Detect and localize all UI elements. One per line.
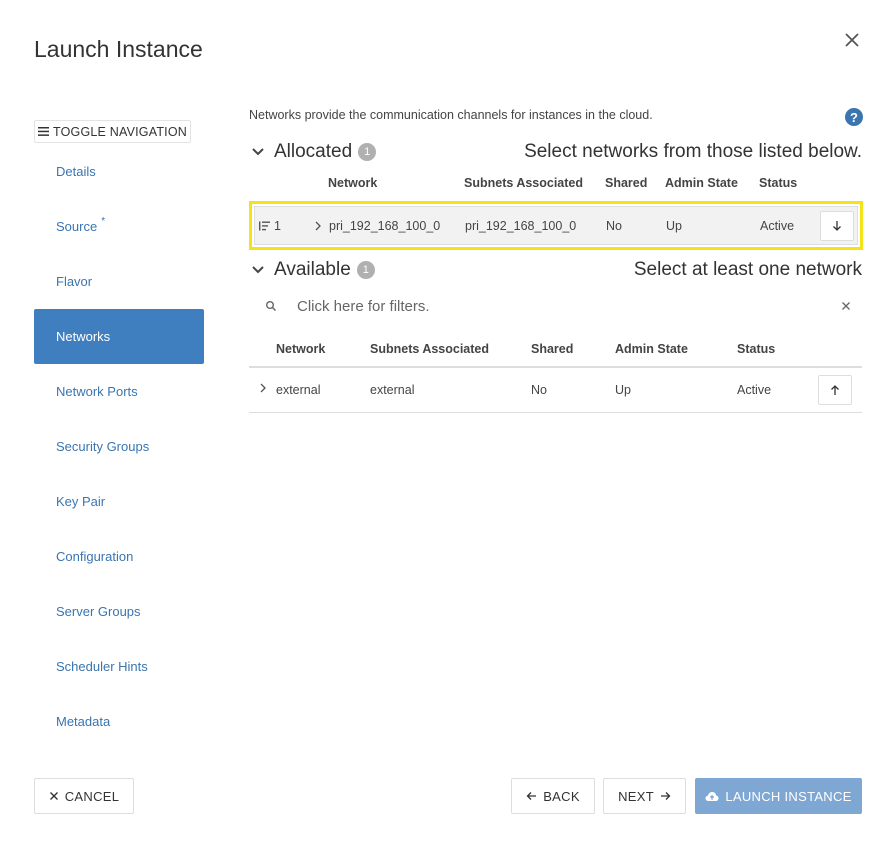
nav-item-label: Details: [56, 164, 96, 179]
allocated-table-highlight: 1 pri_192_168_100_0 pri_192_168_100_0 No…: [249, 201, 863, 250]
nav-item-scheduler-hints[interactable]: Scheduler Hints: [34, 639, 204, 694]
cell-admin-state: Up: [615, 383, 631, 397]
nav-item-label: Networks: [56, 329, 111, 344]
table-row[interactable]: external external No Up Active: [249, 368, 862, 413]
column-header-shared: Shared: [531, 342, 574, 356]
networks-description: Networks provide the communication chann…: [249, 108, 653, 122]
allocated-hint: Select networks from those listed below.: [524, 141, 862, 162]
chevron-right-icon[interactable]: [259, 383, 267, 393]
dialog-title: Launch Instance: [34, 36, 203, 62]
clear-filter-icon[interactable]: [840, 300, 852, 312]
next-label: NEXT: [618, 788, 654, 804]
nav-item-network-ports[interactable]: Network Ports: [34, 364, 204, 419]
row-order: 1: [274, 218, 281, 233]
menu-icon: [38, 127, 49, 136]
deallocate-button[interactable]: [820, 211, 854, 241]
cell-shared: No: [531, 383, 547, 397]
nav-item-source[interactable]: Source *: [34, 199, 204, 254]
filter-input[interactable]: [297, 294, 817, 318]
chevron-down-icon[interactable]: [249, 261, 267, 279]
launch-instance-label: LAUNCH INSTANCE: [725, 788, 852, 804]
toggle-navigation-label: TOGGLE NAVIGATION: [53, 124, 187, 139]
nav-item-label: Server Groups: [56, 604, 141, 619]
nav-item-label: Metadata: [56, 714, 111, 729]
column-header-status: Status: [737, 342, 776, 356]
allocated-header: Allocated 1 Select networks from those l…: [249, 141, 862, 163]
cell-network: pri_192_168_100_0: [329, 218, 441, 233]
wizard-nav: Details Source * Flavor Networks Network …: [34, 144, 204, 749]
chevron-right-icon[interactable]: [314, 221, 322, 231]
available-header: Available 1 Select at least one network: [249, 259, 862, 281]
cell-network: external: [276, 383, 321, 397]
allocated-count-badge: 1: [358, 143, 377, 161]
cancel-button[interactable]: CANCEL: [34, 778, 134, 814]
nav-item-label: Flavor: [56, 274, 93, 289]
next-button[interactable]: NEXT: [603, 778, 686, 814]
available-title: Available: [274, 259, 351, 280]
nav-item-configuration[interactable]: Configuration: [34, 529, 204, 584]
arrow-up-icon: [831, 385, 839, 395]
close-icon[interactable]: [840, 28, 864, 52]
available-table-header: Network Subnets Associated Shared Admin …: [249, 342, 862, 358]
search-icon: [266, 301, 277, 312]
nav-item-security-groups[interactable]: Security Groups: [34, 419, 204, 474]
nav-item-metadata[interactable]: Metadata: [34, 694, 204, 749]
nav-item-flavor[interactable]: Flavor: [34, 254, 204, 309]
back-button[interactable]: BACK: [511, 778, 595, 814]
column-header-network: Network: [328, 176, 378, 190]
available-count-badge: 1: [356, 261, 375, 279]
column-header-admin-state: Admin State: [615, 342, 688, 356]
column-header-shared: Shared: [605, 176, 648, 190]
available-hint: Select at least one network: [633, 259, 862, 280]
cell-subnets: external: [370, 383, 415, 397]
close-icon: [49, 792, 58, 800]
nav-item-label: Security Groups: [56, 439, 150, 454]
table-row[interactable]: 1 pri_192_168_100_0 pri_192_168_100_0 No…: [254, 206, 858, 245]
chevron-down-icon[interactable]: [249, 143, 267, 161]
nav-item-label: Key Pair: [56, 494, 106, 509]
cell-subnets: pri_192_168_100_0: [465, 218, 577, 233]
column-header-admin-state: Admin State: [665, 176, 738, 190]
nav-item-label: Scheduler Hints: [56, 659, 148, 674]
filter-bar: [249, 290, 862, 322]
nav-item-networks[interactable]: Networks: [34, 309, 204, 364]
allocate-button[interactable]: [818, 375, 852, 405]
nav-item-key-pair[interactable]: Key Pair: [34, 474, 204, 529]
cell-status: Active: [737, 383, 772, 397]
back-label: BACK: [543, 788, 580, 804]
allocated-table-header: Network Subnets Associated Shared Admin …: [249, 176, 862, 192]
cloud-upload-icon: [705, 791, 719, 801]
required-mark: *: [101, 216, 106, 227]
nav-item-server-groups[interactable]: Server Groups: [34, 584, 204, 639]
cell-status: Active: [760, 218, 795, 233]
arrow-right-icon: [660, 792, 671, 800]
help-icon[interactable]: ?: [845, 108, 863, 126]
column-header-subnets: Subnets Associated: [464, 176, 584, 190]
column-header-status: Status: [759, 176, 798, 190]
nav-item-label: Source: [56, 219, 98, 234]
reorder-icon[interactable]: [259, 221, 270, 230]
column-header-subnets: Subnets Associated: [370, 342, 490, 356]
arrow-down-icon: [833, 221, 841, 231]
arrow-left-icon: [526, 792, 537, 800]
cell-admin-state: Up: [666, 218, 682, 233]
column-header-network: Network: [276, 342, 326, 356]
nav-item-details[interactable]: Details: [34, 144, 204, 199]
launch-instance-button[interactable]: LAUNCH INSTANCE: [695, 778, 862, 814]
toggle-navigation-button[interactable]: TOGGLE NAVIGATION: [34, 120, 191, 143]
allocated-title: Allocated: [274, 141, 353, 162]
nav-item-label: Network Ports: [56, 384, 138, 399]
cell-shared: No: [606, 218, 622, 233]
cancel-label: CANCEL: [64, 788, 120, 804]
nav-item-label: Configuration: [56, 549, 134, 564]
